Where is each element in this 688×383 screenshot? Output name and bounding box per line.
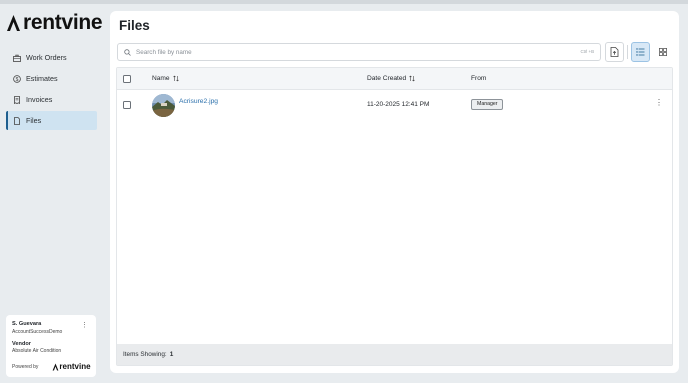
- rentvine-logo-mark-icon: [7, 14, 20, 31]
- file-date-created: 11-20-2025 12:41 PM: [367, 101, 430, 108]
- search-box: Ctrl +B: [117, 43, 601, 61]
- dollar-circle-icon: $: [13, 74, 21, 83]
- sidebar-item-invoices[interactable]: Invoices: [6, 90, 97, 109]
- toolbox-icon: [13, 54, 21, 62]
- user-role: Vendor: [12, 341, 31, 347]
- file-icon: [13, 116, 21, 125]
- image-thumbnail-icon: [152, 94, 175, 117]
- powered-by-label: Powered by: [12, 363, 39, 370]
- sidebar-item-estimates[interactable]: $ Estimates: [6, 69, 97, 88]
- list-view-icon: [636, 48, 645, 56]
- grid-view-icon: [658, 48, 667, 56]
- user-menu-kebab-icon[interactable]: ⋮: [81, 321, 88, 329]
- column-label: From: [471, 75, 487, 82]
- files-table: Name Date Created From Acrisure2.jpg 11-…: [116, 67, 673, 366]
- file-thumbnail[interactable]: [152, 94, 175, 117]
- column-label: Name: [152, 75, 170, 82]
- svg-text:$: $: [16, 76, 19, 82]
- rentvine-logo[interactable]: rentvine: [6, 11, 103, 34]
- column-header-name[interactable]: Name: [152, 75, 179, 82]
- file-name-link[interactable]: Acrisure2.jpg: [179, 98, 218, 105]
- grid-view-button[interactable]: [653, 42, 672, 62]
- search-input[interactable]: [136, 48, 556, 56]
- from-badge: Manager: [471, 99, 504, 110]
- logo-wordmark: rentvine: [23, 11, 103, 34]
- search-shortcut-hint: Ctrl +B: [580, 49, 594, 54]
- sidebar-item-label: Estimates: [26, 74, 58, 83]
- user-company: Absolute Air Condition: [12, 348, 62, 354]
- sidebar-item-label: Work Orders: [26, 53, 67, 62]
- sidebar: rentvine Work Orders $ Estimates Invoice…: [0, 4, 104, 383]
- powered-by-brand: rentvine: [59, 362, 91, 371]
- sidebar-item-label: Files: [26, 116, 42, 125]
- row-checkbox[interactable]: [123, 101, 131, 109]
- upload-file-button[interactable]: [605, 42, 624, 62]
- sort-icon: [409, 75, 415, 82]
- sidebar-item-files[interactable]: Files: [6, 111, 97, 130]
- search-icon: [124, 48, 131, 56]
- items-showing-label: Items Showing:: [123, 351, 167, 358]
- user-name: S. Guevara: [12, 321, 42, 327]
- select-all-checkbox[interactable]: [123, 75, 131, 83]
- rentvine-logo-mark-icon: [53, 362, 59, 371]
- files-panel: Files Ctrl +B Name Date Created: [110, 11, 679, 373]
- user-org: AccountSuccessDemo: [12, 329, 63, 335]
- row-actions-kebab-icon[interactable]: ⋮: [655, 99, 663, 107]
- list-view-button[interactable]: [631, 42, 650, 62]
- column-label: Date Created: [367, 75, 407, 82]
- toolbar-divider: [627, 45, 628, 59]
- sort-icon: [172, 75, 179, 82]
- powered-by: Powered by rentvine: [12, 362, 91, 371]
- file-upload-icon: [610, 47, 619, 57]
- receipt-icon: [13, 95, 21, 104]
- sidebar-item-label: Invoices: [26, 95, 53, 104]
- sidebar-item-work-orders[interactable]: Work Orders: [6, 48, 97, 67]
- table-row[interactable]: Acrisure2.jpg 11-20-2025 12:41 PM Manage…: [117, 90, 672, 120]
- user-card: S. Guevara AccountSuccessDemo Vendor Abs…: [6, 315, 96, 377]
- table-header: Name Date Created From: [117, 68, 672, 90]
- sidebar-nav: Work Orders $ Estimates Invoices Files: [6, 48, 97, 132]
- table-footer: Items Showing: 1: [117, 344, 672, 365]
- powered-by-logo: rentvine: [52, 362, 91, 371]
- page-title: Files: [119, 18, 150, 33]
- column-header-from: From: [471, 75, 486, 82]
- column-header-date-created[interactable]: Date Created: [367, 75, 415, 82]
- items-showing-count: 1: [169, 351, 174, 358]
